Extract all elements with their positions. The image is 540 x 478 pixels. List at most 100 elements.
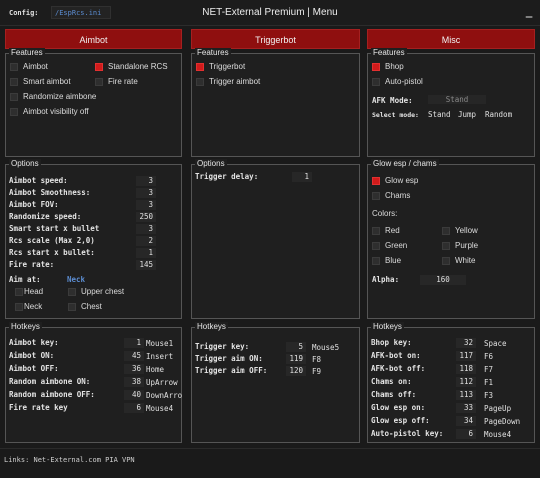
auto-pistol-key-label: Auto-pistol key: [371, 429, 444, 438]
select-mode-random[interactable]: Random [485, 110, 512, 119]
triggerbot-checkbox[interactable] [196, 63, 204, 71]
trigger-aimbot-checkbox[interactable] [196, 78, 204, 86]
randomize-speed-label: Randomize speed: [9, 212, 82, 221]
randomize-aimbone-checkbox[interactable] [10, 93, 18, 101]
aimbot-key-code[interactable]: 1 [124, 338, 144, 348]
aimbot-on-code[interactable]: 45 [124, 351, 144, 361]
trigger-aim-off-label: Trigger aim OFF: [195, 366, 268, 375]
fire-rate-key-label: Fire rate key [9, 403, 68, 412]
aimbot-visibility-off-checkbox[interactable] [10, 108, 18, 116]
auto-pistol-checkbox[interactable] [372, 78, 380, 86]
glow-panel: Glow esp / chams Glow esp Chams Colors: … [367, 159, 535, 319]
bhop-checkbox[interactable] [372, 63, 380, 71]
aimbot-speed-label: Aimbot speed: [9, 176, 68, 185]
glow-esp-on-key-name: PageUp [484, 404, 512, 413]
aim-neck-checkbox[interactable] [15, 303, 23, 311]
smart-aimbot-checkbox[interactable] [10, 78, 18, 86]
links-text[interactable]: Links: Net-External.com PIA VPN [4, 456, 135, 464]
aim-head-label: Head [24, 287, 44, 296]
color-yellow-label: Yellow [455, 226, 478, 235]
aimbot-key-label: Aimbot key: [9, 338, 59, 347]
select-mode-label: Select mode: [372, 111, 419, 119]
glow-esp-on-code[interactable]: 33 [456, 403, 476, 413]
afk-bot-on-code[interactable]: 117 [456, 351, 476, 361]
aimbot-smoothness-input[interactable]: 3 [136, 188, 156, 198]
random-aimbone-on-key-name: UpArrow [146, 378, 178, 387]
randomize-speed-input[interactable]: 250 [136, 212, 156, 222]
color-red-checkbox[interactable] [372, 227, 380, 235]
aimbot-off-key-name: Home [146, 365, 165, 374]
aim-at-value: Neck [67, 275, 86, 284]
glow-esp-checkbox[interactable] [372, 177, 380, 185]
afk-mode-label: AFK Mode: [372, 96, 413, 105]
smart-start-input[interactable]: 3 [136, 224, 156, 234]
colors-label: Colors: [372, 209, 398, 218]
aimbot-features-panel: Features Aimbot Standalone RCS Smart aim… [5, 48, 182, 157]
smart-start-label: Smart start x bullet [9, 224, 100, 233]
glow-esp-label: Glow esp [385, 176, 419, 185]
select-mode-stand[interactable]: Stand [428, 110, 451, 119]
minimize-button[interactable]: _ [524, 6, 534, 18]
aimbot-key-name: Mouse1 [146, 339, 174, 348]
trigger-aim-off-code[interactable]: 120 [286, 366, 306, 376]
aimbot-smoothness-label: Aimbot Smoothness: [9, 188, 91, 197]
aim-upper-chest-checkbox[interactable] [68, 288, 76, 296]
trigger-key-code[interactable]: 5 [286, 342, 306, 352]
standalone-rcs-checkbox[interactable] [95, 63, 103, 71]
afk-bot-off-code[interactable]: 118 [456, 364, 476, 374]
bhop-key-name: Space [484, 339, 507, 348]
color-blue-checkbox[interactable] [372, 257, 380, 265]
trigger-delay-input[interactable]: 1 [292, 172, 312, 182]
color-white-label: White [455, 256, 476, 265]
select-mode-jump[interactable]: Jump [458, 110, 476, 119]
color-green-checkbox[interactable] [372, 242, 380, 250]
rcs-scale-label: Rcs scale (Max 2,0) [9, 236, 95, 245]
tab-aimbot[interactable]: Aimbot [5, 29, 182, 49]
chams-on-code[interactable]: 112 [456, 377, 476, 387]
aimbot-off-code[interactable]: 36 [124, 364, 144, 374]
random-aimbone-off-code[interactable]: 40 [124, 390, 144, 400]
glow-esp-off-code[interactable]: 34 [456, 416, 476, 426]
random-aimbone-on-code[interactable]: 38 [124, 377, 144, 387]
color-purple-checkbox[interactable] [442, 242, 450, 250]
tab-triggerbot[interactable]: Triggerbot [191, 29, 360, 49]
aim-head-checkbox[interactable] [15, 288, 23, 296]
color-blue-label: Blue [385, 256, 402, 265]
aimbot-fov-input[interactable]: 3 [136, 200, 156, 210]
rcs-scale-input[interactable]: 2 [136, 236, 156, 246]
trigger-key-name: Mouse5 [312, 343, 340, 352]
triggerbot-hotkeys-panel: Hotkeys Trigger key: 5 Mouse5 Trigger ai… [191, 322, 360, 443]
aim-chest-checkbox[interactable] [68, 303, 76, 311]
trigger-aim-on-code[interactable]: 119 [286, 354, 306, 364]
auto-pistol-label: Auto-pistol [385, 77, 423, 86]
chams-on-label: Chams on: [371, 377, 412, 386]
aim-neck-label: Neck [24, 302, 43, 311]
alpha-input[interactable]: 160 [420, 275, 466, 285]
afk-mode-select[interactable]: Stand [428, 95, 486, 104]
fire-rate-checkbox[interactable] [95, 78, 103, 86]
triggerbot-hotkeys-title: Hotkeys [195, 322, 228, 331]
glow-esp-off-key-name: PageDown [484, 417, 521, 426]
trigger-aim-on-label: Trigger aim ON: [195, 354, 263, 363]
misc-features-title: Features [371, 48, 407, 57]
footer: Links: Net-External.com PIA VPN [0, 448, 540, 478]
rcs-start-input[interactable]: 1 [136, 248, 156, 258]
aimbot-speed-input[interactable]: 3 [136, 176, 156, 186]
color-white-checkbox[interactable] [442, 257, 450, 265]
aimbot-checkbox[interactable] [10, 63, 18, 71]
auto-pistol-key-code[interactable]: 6 [456, 429, 476, 439]
glow-title: Glow esp / chams [371, 159, 439, 168]
random-aimbone-off-key-name: DownArro [146, 391, 182, 400]
fire-rate-key-code[interactable]: 6 [124, 403, 144, 413]
chams-off-code[interactable]: 113 [456, 390, 476, 400]
trigger-aim-on-key-name: F8 [312, 355, 322, 364]
chams-checkbox[interactable] [372, 192, 380, 200]
standalone-rcs-label: Standalone RCS [108, 62, 168, 71]
bhop-key-code[interactable]: 32 [456, 338, 476, 348]
color-yellow-checkbox[interactable] [442, 227, 450, 235]
random-aimbone-off-label: Random aimbone OFF: [9, 390, 95, 399]
fire-rate-input[interactable]: 145 [136, 260, 156, 270]
aimbot-options-title: Options [9, 159, 41, 168]
aimbot-features-title: Features [9, 48, 45, 57]
tab-misc[interactable]: Misc [367, 29, 535, 49]
